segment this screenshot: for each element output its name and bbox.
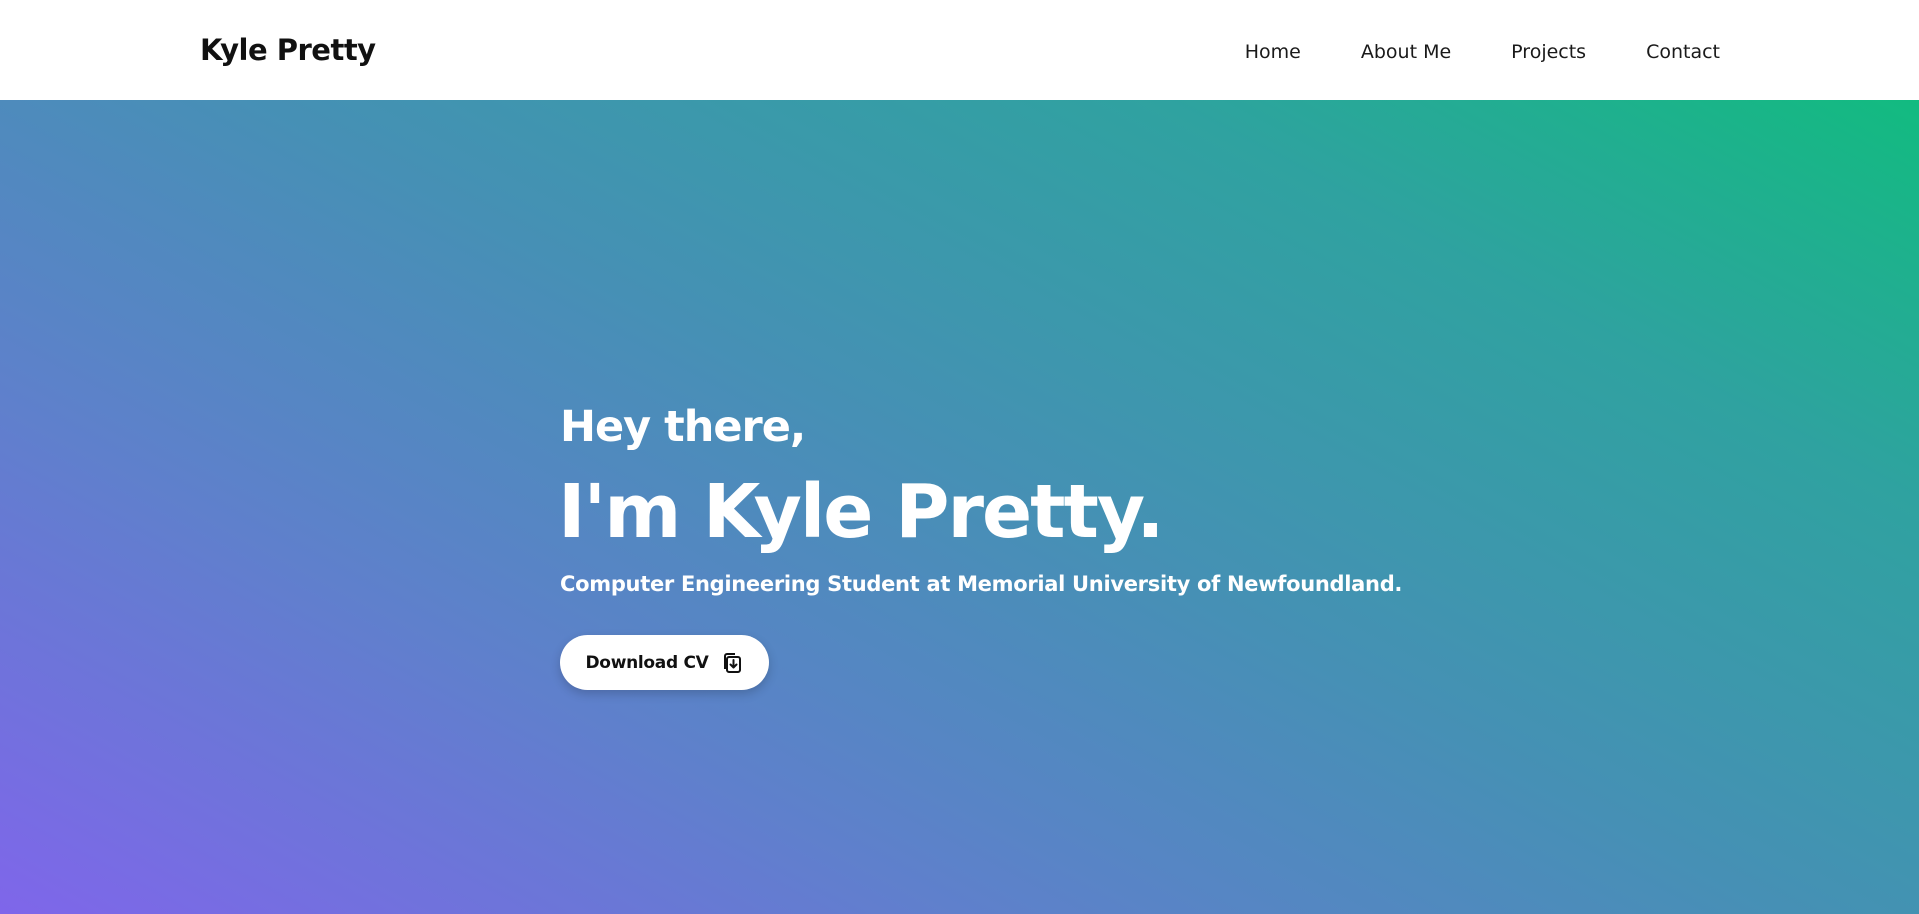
hero-title: I'm Kyle Pretty. xyxy=(558,469,1164,555)
download-file-icon xyxy=(722,651,744,675)
nav-home-link[interactable]: Home xyxy=(1245,40,1301,64)
nav-links: Home About Me Projects Contact xyxy=(1245,40,1720,64)
hero-tagline: Computer Engineering Student at Memorial… xyxy=(560,572,1403,596)
download-cv-button[interactable]: Download CV xyxy=(560,635,769,690)
navbar: Kyle Pretty Home About Me Projects Conta… xyxy=(0,0,1919,100)
nav-about-link[interactable]: About Me xyxy=(1361,40,1451,64)
site-brand[interactable]: Kyle Pretty xyxy=(200,33,376,67)
hero-section: Hey there, I'm Kyle Pretty. Computer Eng… xyxy=(0,100,1919,914)
nav-contact-link[interactable]: Contact xyxy=(1646,40,1720,64)
download-cv-label: Download CV xyxy=(585,652,709,673)
nav-projects-link[interactable]: Projects xyxy=(1511,40,1586,64)
hero-greeting: Hey there, xyxy=(560,402,806,452)
